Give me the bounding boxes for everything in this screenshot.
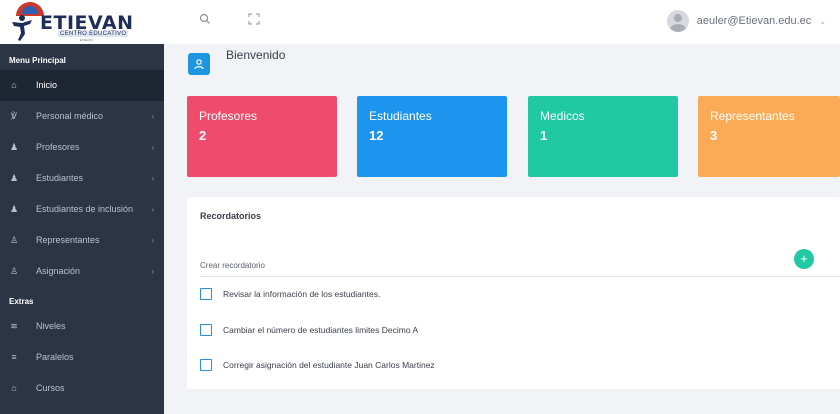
student-icon: ♟	[9, 173, 19, 183]
inclusion-student-icon: ♟	[9, 204, 19, 214]
reminders-title: Recordatorios	[200, 211, 262, 221]
chevron-right-icon: ›	[151, 174, 154, 183]
reminder-text: Revisar la información de los estudiante…	[223, 289, 381, 299]
top-bar: ETIEVAN CENTRO EDUCATIVO ETIEVAN aeuler@…	[0, 0, 840, 44]
user-icon: ♙	[9, 235, 19, 245]
stat-value: 2	[199, 128, 207, 143]
reminder-checkbox[interactable]	[200, 359, 212, 371]
sidebar-item-label: Asignación	[36, 266, 81, 276]
stat-card-medicos[interactable]: Medicos 1	[528, 96, 678, 177]
sidebar-item-profesores[interactable]: ♟ Profesores ›	[0, 132, 164, 163]
sidebar-item-label: Niveles	[36, 321, 66, 331]
home-icon: ⌂	[11, 80, 17, 90]
sidebar-section-main: Menu Principal	[9, 56, 66, 65]
stat-value: 12	[369, 128, 384, 143]
chevron-down-icon[interactable]: ⌄	[819, 17, 826, 26]
sidebar-item-estudiantes-inclusion[interactable]: ♟ Estudiantes de inclusión ›	[0, 194, 164, 225]
logo-figure-icon	[12, 15, 32, 41]
brand-logo[interactable]: ETIEVAN CENTRO EDUCATIVO ETIEVAN	[0, 0, 164, 44]
sidebar-item-label: Profesores	[36, 142, 80, 152]
stat-label: Medicos	[540, 109, 585, 123]
building-icon: ⌂	[11, 383, 17, 393]
stat-card-profesores[interactable]: Profesores 2	[187, 96, 337, 177]
sidebar-item-niveles[interactable]: ≋ Niveles	[0, 311, 164, 342]
reminder-checkbox[interactable]	[200, 288, 212, 300]
avatar[interactable]	[666, 10, 689, 32]
reminder-checkbox[interactable]	[200, 324, 212, 336]
sidebar: Menu Principal ⌂ Inicio ℣ Personal médic…	[0, 44, 164, 414]
stat-card-representantes[interactable]: Representantes 3	[698, 96, 840, 177]
sidebar-item-label: Estudiantes de inclusión	[36, 204, 134, 214]
reminder-item: Revisar la información de los estudiante…	[200, 286, 380, 302]
reminder-text: Corregir asignación del estudiante Juan …	[223, 360, 435, 370]
sidebar-item-label: Cursos	[36, 383, 65, 393]
reminder-item: Cambiar el número de estudiantes limites…	[200, 322, 418, 338]
stat-label: Profesores	[199, 109, 258, 123]
stat-value: 3	[710, 128, 718, 143]
stat-card-estudiantes[interactable]: Estudiantes 12	[357, 96, 507, 177]
sidebar-item-asignacion[interactable]: ♙ Asignación ›	[0, 256, 164, 287]
main-content: Bienvenido Profesores 2 Estudiantes 12 M…	[164, 44, 840, 414]
stat-value: 1	[540, 128, 548, 143]
chevron-right-icon: ›	[151, 267, 154, 276]
fullscreen-icon[interactable]	[247, 13, 261, 27]
page-title: Bienvenido	[226, 48, 286, 62]
brand-subtitle: CENTRO EDUCATIVO	[58, 31, 129, 37]
user-email[interactable]: aeuler@Etievan.edu.ec	[697, 15, 812, 27]
menu-icon: ≡	[11, 352, 17, 362]
sidebar-item-label: Inicio	[36, 80, 58, 90]
stat-label: Representantes	[710, 109, 795, 123]
brand-tagline: ETIEVAN	[80, 38, 93, 42]
sidebar-item-label: Paralelos	[36, 352, 74, 362]
sidebar-section-extras: Extras	[9, 297, 34, 306]
create-reminder-label[interactable]: Crear recordatorio	[200, 261, 265, 270]
sidebar-item-estudiantes[interactable]: ♟ Estudiantes ›	[0, 163, 164, 194]
sidebar-item-representantes[interactable]: ♙ Representantes ›	[0, 225, 164, 256]
stethoscope-icon: ℣	[10, 111, 18, 121]
sidebar-item-personal-medico[interactable]: ℣ Personal médico ›	[0, 101, 164, 132]
chevron-right-icon: ›	[151, 205, 154, 214]
search-icon[interactable]	[198, 13, 212, 27]
user-icon	[188, 53, 210, 75]
sidebar-item-label: Personal médico	[36, 111, 104, 121]
stat-label: Estudiantes	[369, 109, 432, 123]
chevron-right-icon: ›	[151, 236, 154, 245]
reminder-text: Cambiar el número de estudiantes limites…	[223, 325, 419, 335]
sidebar-item-label: Representantes	[36, 235, 100, 245]
user-menu[interactable]: aeuler@Etievan.edu.ec ⌄	[666, 8, 826, 34]
users-icon: ♙	[9, 266, 19, 276]
layers-icon: ≋	[10, 321, 18, 331]
chevron-right-icon: ›	[151, 143, 154, 152]
create-reminder-field[interactable]: Crear recordatorio	[200, 256, 840, 277]
add-reminder-button[interactable]: +	[794, 249, 814, 269]
sidebar-item-label: Estudiantes	[36, 173, 84, 183]
reminder-item: Corregir asignación del estudiante Juan …	[200, 357, 435, 373]
sidebar-item-paralelos[interactable]: ≡ Paralelos	[0, 342, 164, 373]
sidebar-item-cursos[interactable]: ⌂ Cursos	[0, 373, 164, 404]
chevron-right-icon: ›	[151, 112, 154, 121]
teacher-icon: ♟	[9, 142, 19, 152]
reminders-card: Recordatorios Crear recordatorio + Revis…	[187, 197, 840, 389]
sidebar-item-inicio[interactable]: ⌂ Inicio	[0, 70, 164, 101]
